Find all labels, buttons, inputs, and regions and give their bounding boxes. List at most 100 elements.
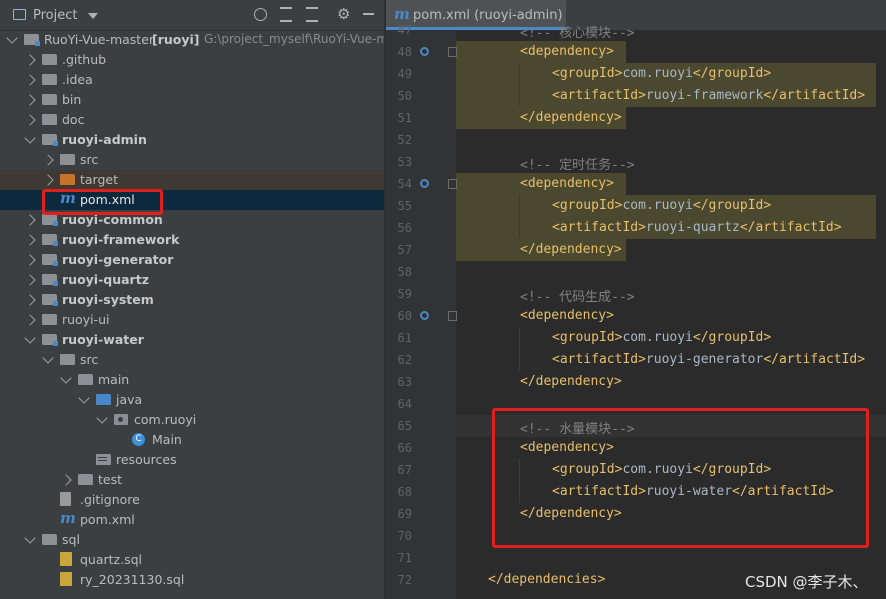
tree-item-label: sql bbox=[62, 532, 80, 547]
tree-item[interactable]: doc bbox=[0, 110, 384, 130]
chevron-right-icon[interactable] bbox=[24, 114, 36, 126]
tree-item[interactable]: ruoyi-framework bbox=[0, 230, 384, 250]
implementation-gutter-icon[interactable] bbox=[420, 311, 429, 320]
tree-item[interactable]: C Main bbox=[0, 430, 384, 450]
tree-item-label: ruoyi-admin bbox=[62, 132, 147, 147]
tree-item-label: ruoyi-system bbox=[62, 292, 154, 307]
chevron-down-icon[interactable] bbox=[24, 332, 36, 344]
expand-all-icon[interactable] bbox=[280, 7, 292, 22]
module-folder-icon bbox=[42, 334, 58, 346]
line-number: 66 bbox=[397, 441, 412, 455]
line-number: 59 bbox=[397, 287, 412, 301]
fold-icon[interactable] bbox=[448, 47, 457, 57]
tree-item[interactable]: main bbox=[0, 370, 384, 390]
indent-guide bbox=[519, 63, 520, 85]
tree-item[interactable]: src bbox=[0, 150, 384, 170]
chevron-down-icon[interactable] bbox=[78, 392, 90, 404]
tree-item[interactable]: java bbox=[0, 390, 384, 410]
chevron-right-icon[interactable] bbox=[24, 294, 36, 306]
tree-item[interactable]: RuoYi-Vue-master [ruoyi] G:\project_myself… bbox=[0, 30, 384, 50]
tree-item[interactable]: .github bbox=[0, 50, 384, 70]
xml-tag: <artifactId> bbox=[552, 352, 646, 367]
tree-item-label: target bbox=[80, 172, 119, 187]
tree-item[interactable]: src bbox=[0, 350, 384, 370]
xml-comment: <!-- 代码生成--> bbox=[520, 290, 635, 305]
chevron-down-icon[interactable] bbox=[24, 532, 36, 544]
chevron-right-icon[interactable] bbox=[24, 214, 36, 226]
line-number: 68 bbox=[397, 485, 412, 499]
chevron-down-icon[interactable] bbox=[42, 352, 54, 364]
tree-item[interactable]: com.ruoyi bbox=[0, 410, 384, 430]
chevron-right-icon[interactable] bbox=[24, 94, 36, 106]
tree-item[interactable]: ruoyi-ui bbox=[0, 310, 384, 330]
fold-icon[interactable] bbox=[448, 311, 457, 321]
tree-item[interactable]: test bbox=[0, 470, 384, 490]
indent-guide bbox=[519, 327, 520, 349]
xml-tag: <artifactId> bbox=[552, 88, 646, 103]
tree-item-label: .github bbox=[62, 52, 107, 67]
xml-tag: </artifactId> bbox=[763, 352, 866, 367]
chevron-right-icon[interactable] bbox=[42, 154, 54, 166]
tree-item[interactable]: quartz.sql bbox=[0, 550, 384, 570]
line-number: 65 bbox=[397, 419, 412, 433]
gear-icon[interactable]: ⚙ bbox=[337, 7, 350, 22]
maven-icon: m bbox=[394, 5, 410, 23]
tree-item-label: test bbox=[98, 472, 123, 487]
implementation-gutter-icon[interactable] bbox=[420, 47, 429, 56]
chevron-right-icon[interactable] bbox=[24, 274, 36, 286]
chevron-right-icon[interactable] bbox=[24, 314, 36, 326]
chevron-down-icon[interactable] bbox=[96, 412, 108, 424]
code-line: <!-- 定时任务--> bbox=[520, 154, 635, 173]
chevron-down-icon[interactable] bbox=[60, 372, 72, 384]
tree-item[interactable]: target bbox=[0, 170, 384, 190]
tree-item-label: .gitignore bbox=[80, 492, 140, 507]
chevron-right-icon[interactable] bbox=[24, 234, 36, 246]
tree-item[interactable]: ruoyi-admin bbox=[0, 130, 384, 150]
tree-item[interactable]: bin bbox=[0, 90, 384, 110]
line-number: 67 bbox=[397, 463, 412, 477]
xml-tag: </dependency> bbox=[520, 110, 622, 125]
locate-icon[interactable] bbox=[254, 8, 267, 21]
chevron-down-icon[interactable] bbox=[24, 132, 36, 144]
xml-tag: <groupId> bbox=[552, 330, 623, 345]
tree-item[interactable]: sql bbox=[0, 530, 384, 550]
tree-item[interactable]: resources bbox=[0, 450, 384, 470]
xml-text: com.ruoyi bbox=[622, 66, 693, 81]
chevron-right-icon[interactable] bbox=[42, 174, 54, 186]
code-line: <artifactId>ruoyi-framework</artifactId> bbox=[552, 88, 865, 103]
xml-tag: <dependency> bbox=[520, 176, 614, 191]
code-line: <artifactId>ruoyi-generator</artifactId> bbox=[552, 352, 865, 367]
implementation-gutter-icon[interactable] bbox=[420, 179, 429, 188]
collapse-all-icon[interactable] bbox=[306, 7, 318, 22]
tree-item-label: com.ruoyi bbox=[134, 412, 197, 427]
line-number: 50 bbox=[397, 89, 412, 103]
fold-icon[interactable] bbox=[448, 179, 457, 189]
chevron-right-icon[interactable] bbox=[24, 54, 36, 66]
tree-item[interactable]: ruoyi-generator bbox=[0, 250, 384, 270]
folder-icon bbox=[42, 314, 57, 325]
module-folder-icon bbox=[42, 294, 58, 306]
tree-item[interactable]: .idea bbox=[0, 70, 384, 90]
chevron-right-icon[interactable] bbox=[24, 74, 36, 86]
tree-item[interactable]: ry_20231130.sql bbox=[0, 570, 384, 590]
tree-item[interactable]: ruoyi-quartz bbox=[0, 270, 384, 290]
resources-folder-icon bbox=[96, 454, 111, 465]
highlight-box-water-dependency bbox=[492, 408, 869, 548]
tree-item-label: ruoyi-quartz bbox=[62, 272, 149, 287]
tree-item[interactable]: ruoyi-system bbox=[0, 290, 384, 310]
xml-comment: <!-- 核心模块--> bbox=[520, 26, 635, 41]
package-icon bbox=[114, 414, 128, 425]
tree-item[interactable]: .gitignore bbox=[0, 490, 384, 510]
tree-item[interactable]: m pom.xml bbox=[0, 510, 384, 530]
chevron-right-icon[interactable] bbox=[60, 474, 72, 486]
gitignore-icon bbox=[60, 492, 71, 506]
chevron-down-icon[interactable] bbox=[6, 32, 18, 44]
chevron-down-icon[interactable] bbox=[88, 13, 98, 19]
chevron-right-icon[interactable] bbox=[24, 254, 36, 266]
xml-tag: <groupId> bbox=[552, 66, 623, 81]
tree-item[interactable]: ruoyi-water bbox=[0, 330, 384, 350]
project-panel-header: Project ⚙ bbox=[0, 0, 384, 31]
tree-item-label: resources bbox=[116, 452, 177, 467]
project-title[interactable]: Project bbox=[33, 8, 77, 23]
hide-icon[interactable] bbox=[363, 13, 374, 15]
